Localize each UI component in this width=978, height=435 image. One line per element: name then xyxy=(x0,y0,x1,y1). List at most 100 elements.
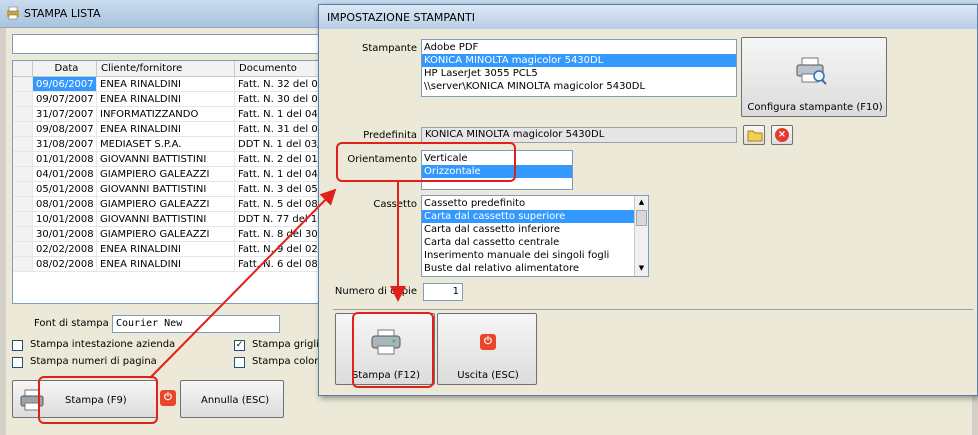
cancel-esc-button[interactable]: Annulla (ESC) xyxy=(180,380,284,418)
tray-item[interactable]: Inserimento manuale dei singoli fogli xyxy=(422,249,634,262)
cell-date[interactable]: 09/07/2007 xyxy=(33,92,97,107)
row-marker[interactable] xyxy=(13,167,33,182)
cell-customer[interactable]: ENEA RINALDINI xyxy=(97,257,235,272)
printer-item[interactable]: HP LaserJet 3055 PCL5 xyxy=(422,67,736,80)
scroll-thumb[interactable] xyxy=(636,210,647,226)
row-marker[interactable] xyxy=(13,152,33,167)
row-marker[interactable] xyxy=(13,137,33,152)
cell-customer[interactable]: GIOVANNI BATTISTINI xyxy=(97,152,235,167)
cell-customer[interactable]: GIAMPIERO GALEAZZI xyxy=(97,167,235,182)
tray-item[interactable]: Carta dal cassetto inferiore xyxy=(422,223,634,236)
table-row[interactable]: 09/07/2007 ENEA RINALDINI Fatt. N. 30 del … xyxy=(13,92,321,107)
open-folder-button[interactable] xyxy=(743,125,765,145)
cell-customer[interactable]: INFORMATIZZANDO xyxy=(97,107,235,122)
print-colors-checkbox[interactable] xyxy=(234,357,245,368)
cell-document[interactable]: Fatt. N. 5 del 08 xyxy=(235,197,321,212)
row-marker[interactable] xyxy=(13,182,33,197)
cell-date[interactable]: 01/01/2008 xyxy=(33,152,97,167)
cell-date[interactable]: 31/08/2007 xyxy=(33,137,97,152)
cell-document[interactable]: Fatt. N. 9 del 02/ xyxy=(235,242,321,257)
table-row[interactable]: 31/08/2007 MEDIASET S.P.A. DDT N. 1 del 03… xyxy=(13,137,321,152)
row-marker[interactable] xyxy=(13,212,33,227)
print-header-checkbox[interactable] xyxy=(12,340,23,351)
cell-document[interactable]: Fatt. N. 8 del 30/ xyxy=(235,227,321,242)
exit-esc-button[interactable]: ⏻ Uscita (ESC) xyxy=(437,313,537,385)
cell-date[interactable]: 08/01/2008 xyxy=(33,197,97,212)
cell-document[interactable]: Fatt. N. 1 del 04/ xyxy=(235,107,321,122)
copies-input[interactable]: 1 xyxy=(423,283,463,301)
row-marker[interactable] xyxy=(13,227,33,242)
cell-date[interactable]: 04/01/2008 xyxy=(33,167,97,182)
cell-document[interactable]: Fatt. N. 32 del 09 xyxy=(235,77,321,92)
row-marker[interactable] xyxy=(13,107,33,122)
cell-customer[interactable]: GIAMPIERO GALEAZZI xyxy=(97,197,235,212)
cell-document[interactable]: DDT N. 77 del 10 xyxy=(235,212,321,227)
table-row[interactable]: 02/02/2008 ENEA RINALDINI Fatt. N. 9 del 0… xyxy=(13,242,321,257)
print-page-numbers-checkbox[interactable] xyxy=(12,357,23,368)
printer-item[interactable]: Adobe PDF xyxy=(422,41,736,54)
row-marker[interactable] xyxy=(13,257,33,272)
column-header-document[interactable]: Documento xyxy=(235,61,321,77)
table-row[interactable]: 08/02/2008 ENEA RINALDINI Fatt. N. 6 del 0… xyxy=(13,257,321,272)
cell-date[interactable]: 30/01/2008 xyxy=(33,227,97,242)
table-row[interactable]: 04/01/2008 GIAMPIERO GALEAZZI Fatt. N. 1 d… xyxy=(13,167,321,182)
row-marker[interactable] xyxy=(13,77,33,92)
cell-customer[interactable]: GIOVANNI BATTISTINI xyxy=(97,212,235,227)
cell-date[interactable]: 02/02/2008 xyxy=(33,242,97,257)
printer-listbox[interactable]: Adobe PDF KONICA MINOLTA magicolor 5430D… xyxy=(421,39,737,97)
cell-customer[interactable]: MEDIASET S.P.A. xyxy=(97,137,235,152)
print-grid-checkbox[interactable]: ✓ xyxy=(234,340,245,351)
table-row[interactable]: 01/01/2008 GIOVANNI BATTISTINI Fatt. N. 2 … xyxy=(13,152,321,167)
table-row[interactable]: 10/01/2008 GIOVANNI BATTISTINI DDT N. 77 d… xyxy=(13,212,321,227)
table-row[interactable]: 31/07/2007 INFORMATIZZANDO Fatt. N. 1 del … xyxy=(13,107,321,122)
cell-document[interactable]: DDT N. 1 del 03/ xyxy=(235,137,321,152)
table-row[interactable]: 09/06/2007 ENEA RINALDINI Fatt. N. 32 del … xyxy=(13,77,321,92)
cell-document[interactable]: Fatt. N. 30 del 09 xyxy=(235,92,321,107)
cell-customer[interactable]: ENEA RINALDINI xyxy=(97,92,235,107)
table-row[interactable]: 08/01/2008 GIAMPIERO GALEAZZI Fatt. N. 5 d… xyxy=(13,197,321,212)
filter-input[interactable] xyxy=(12,34,322,54)
cell-date[interactable]: 09/06/2007 xyxy=(33,77,97,92)
column-header-customer[interactable]: Cliente/fornitore xyxy=(97,61,235,77)
row-marker[interactable] xyxy=(13,242,33,257)
cell-document[interactable]: Fatt. N. 3 del 05/ xyxy=(235,182,321,197)
row-marker[interactable] xyxy=(13,92,33,107)
printer-item-selected[interactable]: KONICA MINOLTA magicolor 5430DL xyxy=(422,54,736,67)
cell-customer[interactable]: GIOVANNI BATTISTINI xyxy=(97,182,235,197)
cell-document[interactable]: Fatt. N. 2 del 01/ xyxy=(235,152,321,167)
annotation-print-f9-box xyxy=(38,376,158,424)
table-row[interactable]: 09/08/2007 ENEA RINALDINI Fatt. N. 31 del … xyxy=(13,122,321,137)
default-printer-field: KONICA MINOLTA magicolor 5430DL xyxy=(421,127,737,143)
cell-document[interactable]: Fatt. N. 6 del 08/ xyxy=(235,257,321,272)
cell-date[interactable]: 09/08/2007 xyxy=(33,122,97,137)
cell-date[interactable]: 31/07/2007 xyxy=(33,107,97,122)
grid-corner xyxy=(13,61,33,77)
cell-customer[interactable]: GIAMPIERO GALEAZZI xyxy=(97,227,235,242)
cell-customer[interactable]: ENEA RINALDINI xyxy=(97,77,235,92)
font-input[interactable]: Courier New xyxy=(112,315,280,333)
clear-default-button[interactable]: × xyxy=(771,125,793,145)
tray-item-selected[interactable]: Carta dal cassetto superiore xyxy=(422,210,634,223)
tray-item[interactable]: Cassetto predefinito xyxy=(422,197,634,210)
cell-document[interactable]: Fatt. N. 1 del 04/ xyxy=(235,167,321,182)
row-marker[interactable] xyxy=(13,122,33,137)
column-header-date[interactable]: Data xyxy=(33,61,97,77)
scroll-down-icon[interactable]: ▼ xyxy=(636,263,647,274)
cell-customer[interactable]: ENEA RINALDINI xyxy=(97,242,235,257)
document-list-grid[interactable]: Data Cliente/fornitore Documento 09/06/2… xyxy=(12,60,322,304)
cell-document[interactable]: Fatt. N. 31 del 09 xyxy=(235,122,321,137)
tray-scrollbar[interactable]: ▲ ▼ xyxy=(634,196,648,276)
configure-printer-button[interactable]: Configura stampante (F10) xyxy=(741,37,887,117)
printer-item[interactable]: \\server\KONICA MINOLTA magicolor 5430DL xyxy=(422,80,736,93)
table-row[interactable]: 30/01/2008 GIAMPIERO GALEAZZI Fatt. N. 8 d… xyxy=(13,227,321,242)
cell-date[interactable]: 05/01/2008 xyxy=(33,182,97,197)
scroll-up-icon[interactable]: ▲ xyxy=(636,197,647,208)
row-marker[interactable] xyxy=(13,197,33,212)
tray-item[interactable]: Buste dal relativo alimentatore xyxy=(422,262,634,275)
tray-listbox[interactable]: Cassetto predefinito Carta dal cassetto … xyxy=(421,195,649,277)
tray-item[interactable]: Carta dal cassetto centrale xyxy=(422,236,634,249)
table-row[interactable]: 05/01/2008 GIOVANNI BATTISTINI Fatt. N. 3 … xyxy=(13,182,321,197)
cell-customer[interactable]: ENEA RINALDINI xyxy=(97,122,235,137)
cell-date[interactable]: 10/01/2008 xyxy=(33,212,97,227)
cell-date[interactable]: 08/02/2008 xyxy=(33,257,97,272)
